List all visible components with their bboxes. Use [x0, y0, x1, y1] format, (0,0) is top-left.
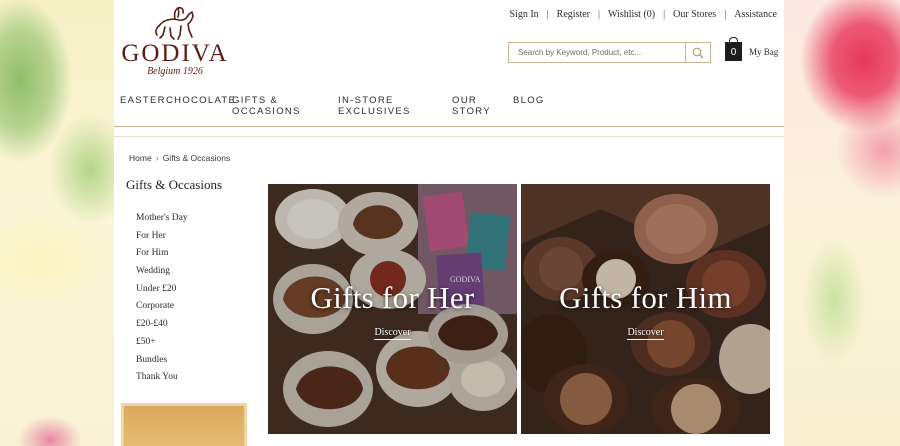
- chevron-right-icon: ›: [155, 153, 159, 163]
- sidebar-item-wedding[interactable]: Wedding: [136, 265, 188, 283]
- search-icon: [692, 47, 704, 58]
- bag-label: My Bag: [749, 46, 779, 57]
- breadcrumb: Home › Gifts & Occasions: [129, 153, 230, 163]
- our-stores-link[interactable]: Our Stores: [665, 9, 724, 20]
- shopping-bag-icon: 0: [725, 37, 742, 61]
- brand-tagline: Belgium 1926: [147, 66, 203, 77]
- sidebar-item-for-her[interactable]: For Her: [136, 230, 188, 248]
- gifts-for-her-tile[interactable]: GODIVA Gifts for Her Discover: [268, 184, 517, 434]
- sidebar-item-thank-you[interactable]: Thank You: [136, 371, 188, 389]
- sidebar-item-20-40[interactable]: £20-£40: [136, 318, 188, 336]
- sidebar-item-bundles[interactable]: Bundles: [136, 354, 188, 372]
- tile-title: Gifts for Her: [310, 280, 475, 315]
- discover-label: Discover: [627, 327, 664, 340]
- main-nav: EASTER CHOCOLATE GIFTS & OCCASIONS IN-ST…: [120, 95, 780, 125]
- nav-item-our-story[interactable]: OUR STORY: [452, 95, 502, 117]
- utility-nav: Sign In | Register | Wishlist (0) | Our …: [501, 9, 777, 20]
- discover-link[interactable]: Discover: [268, 322, 517, 340]
- nav-divider: [114, 126, 784, 127]
- sign-in-link[interactable]: Sign In: [501, 9, 546, 20]
- sidebar-title: Gifts & Occasions: [126, 177, 223, 192]
- register-link[interactable]: Register: [549, 9, 598, 20]
- sidebar-item-corporate[interactable]: Corporate: [136, 300, 188, 318]
- nav-divider-light: [114, 136, 784, 137]
- breadcrumb-current[interactable]: Gifts & Occasions: [163, 153, 231, 163]
- nav-item-chocolate[interactable]: CHOCOLATE: [166, 95, 236, 106]
- sidebar-item-for-him[interactable]: For Him: [136, 247, 188, 265]
- horse-rider-icon: [155, 6, 194, 40]
- sidebar-promo-banner[interactable]: [121, 403, 247, 446]
- gifts-for-him-tile[interactable]: Gifts for Him Discover: [521, 184, 770, 434]
- wishlist-link[interactable]: Wishlist (0): [600, 9, 663, 20]
- nav-item-gifts-occasions[interactable]: GIFTS & OCCASIONS: [232, 95, 312, 117]
- right-floral-background: [784, 0, 900, 446]
- my-bag-button[interactable]: 0 My Bag: [725, 37, 779, 61]
- nav-item-easter[interactable]: EASTER: [120, 95, 166, 106]
- nav-item-in-store-exclusives[interactable]: IN-STORE EXCLUSIVES: [338, 95, 428, 117]
- breadcrumb-home[interactable]: Home: [129, 153, 152, 163]
- sidebar-item-50-plus[interactable]: £50+: [136, 336, 188, 354]
- left-floral-background: [0, 0, 114, 446]
- tile-title: Gifts for Him: [559, 280, 732, 315]
- brand-wordmark: GODIVA: [121, 40, 229, 67]
- sidebar-item-mothers-day[interactable]: Mother's Day: [136, 212, 188, 230]
- discover-label: Discover: [374, 327, 411, 340]
- sidebar-category-list: Mother's Day For Her For Him Wedding Und…: [136, 212, 188, 389]
- sidebar-item-under-20[interactable]: Under £20: [136, 283, 188, 301]
- search-input[interactable]: [509, 43, 685, 62]
- bag-count: 0: [730, 47, 737, 58]
- search-button[interactable]: [685, 43, 710, 62]
- godiva-logo[interactable]: GODIVA Belgium 1926: [120, 4, 230, 80]
- search-box: [508, 42, 711, 63]
- nav-item-blog[interactable]: BLOG: [513, 95, 545, 106]
- discover-link[interactable]: Discover: [521, 322, 770, 340]
- page-container: GODIVA Belgium 1926 Sign In | Register |…: [114, 0, 784, 446]
- assistance-link[interactable]: Assistance: [726, 9, 777, 20]
